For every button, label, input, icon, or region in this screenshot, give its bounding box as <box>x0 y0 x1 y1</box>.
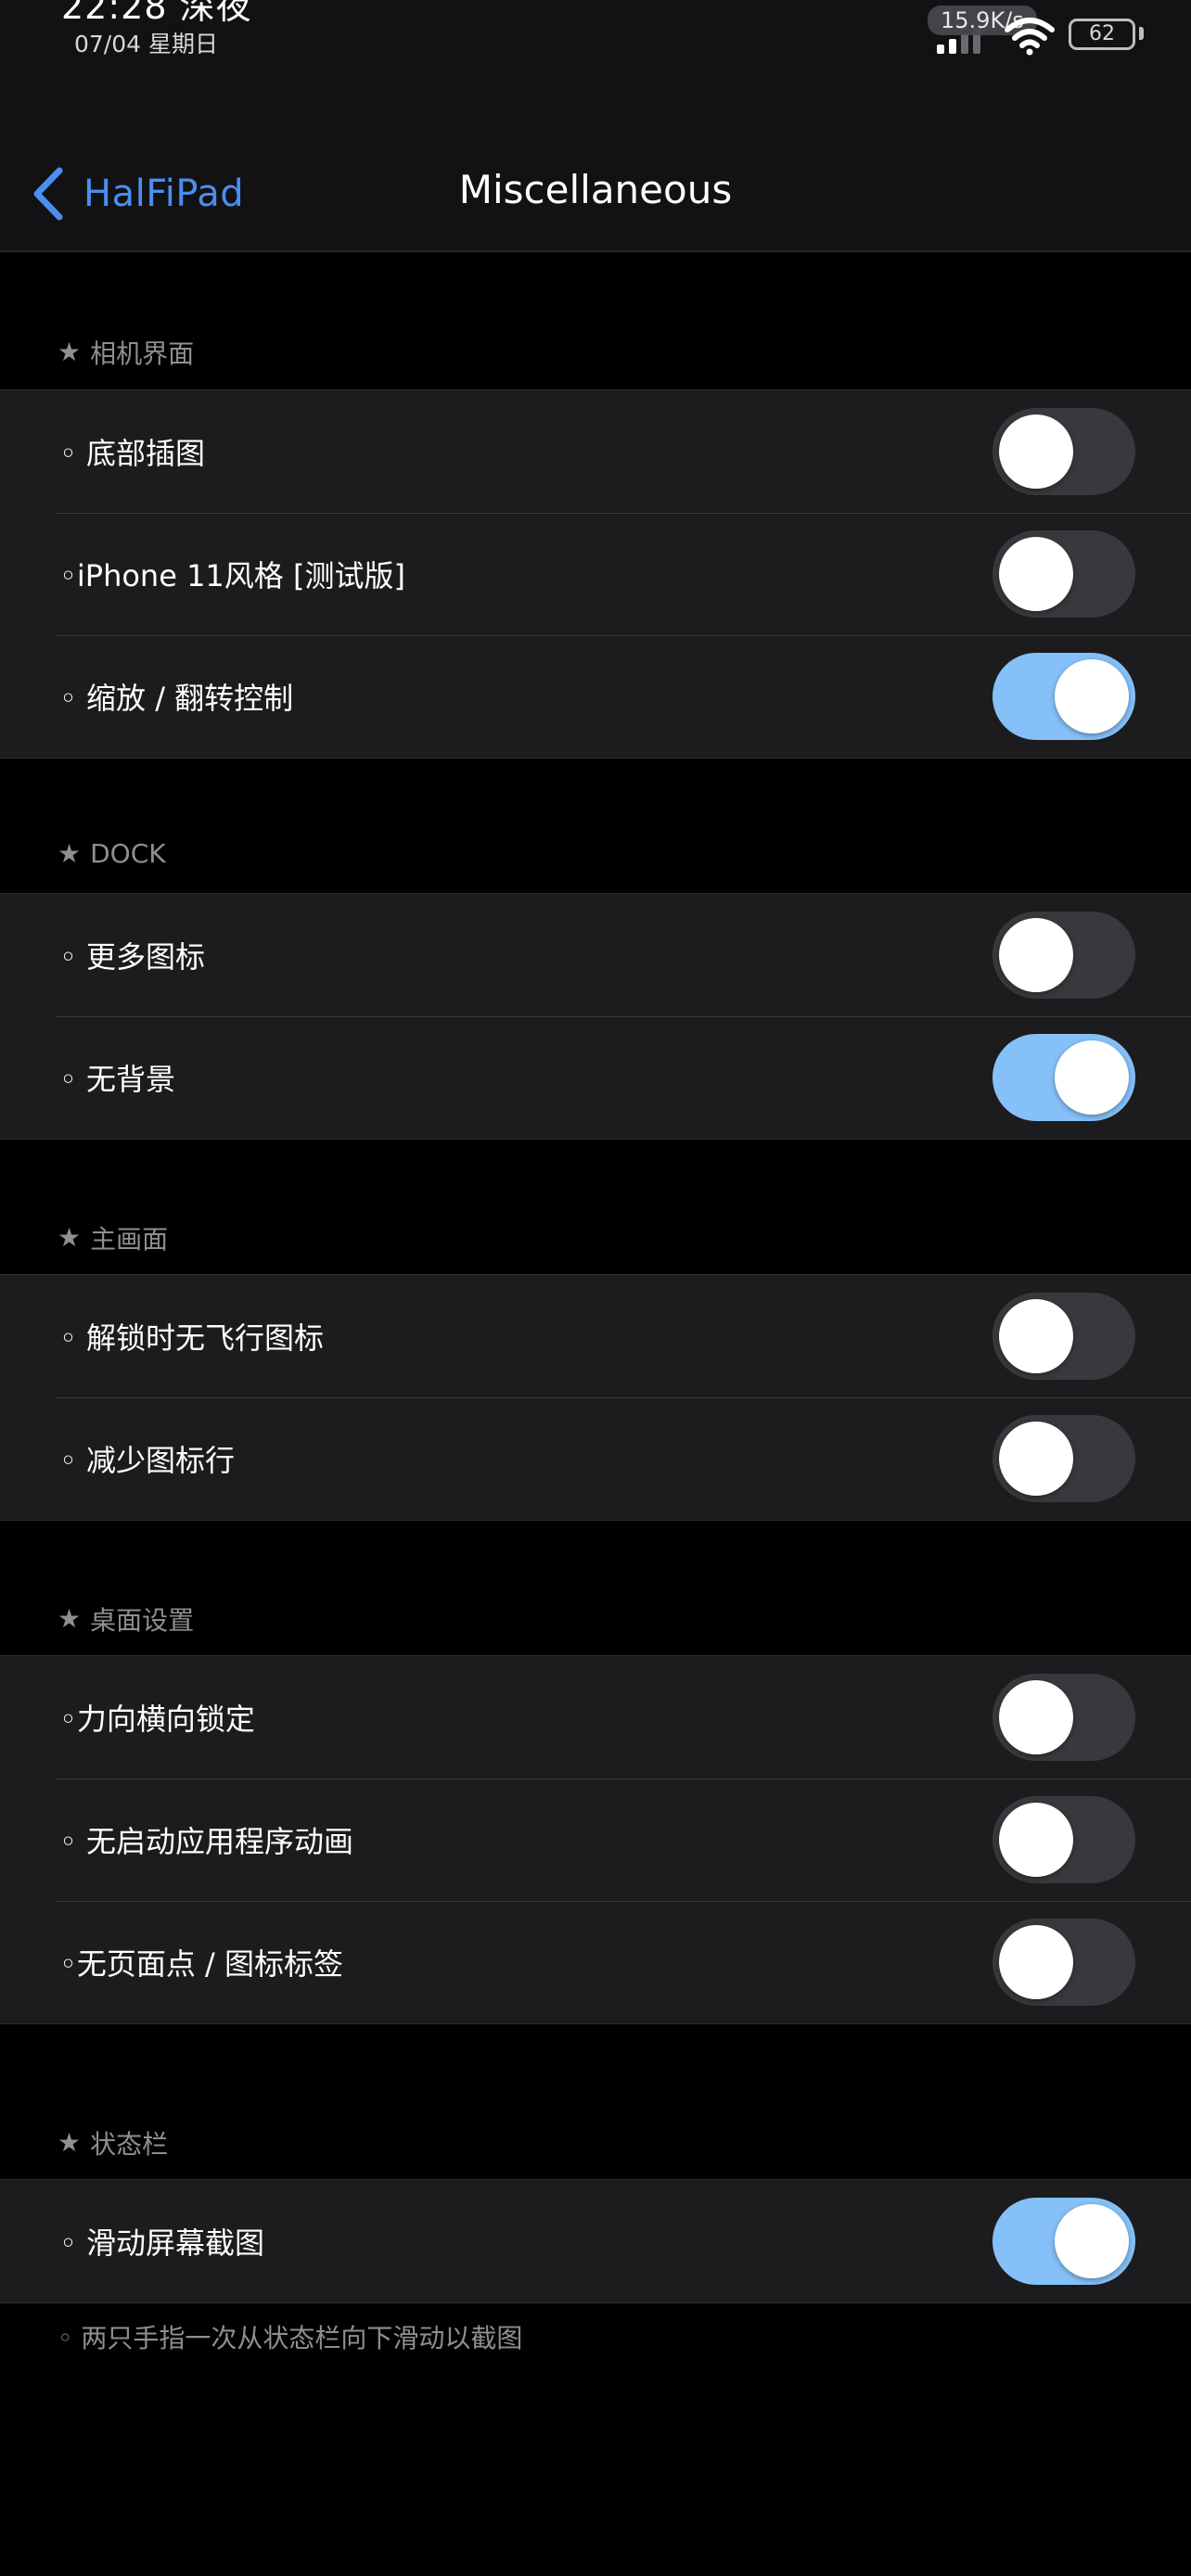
toggle-knob <box>1055 659 1129 733</box>
settings-row[interactable]: ◦ 底部插图 <box>0 390 1191 513</box>
star-icon: ★ <box>58 1603 82 1634</box>
setting-label: ◦ 解锁时无飞行图标 <box>59 1320 325 1356</box>
toggle-switch[interactable] <box>992 1293 1135 1380</box>
battery-icon: 62 <box>1069 19 1135 50</box>
toggle-switch[interactable] <box>992 653 1135 740</box>
section-title: 相机界面 <box>90 338 195 369</box>
toggle-switch[interactable] <box>992 912 1135 999</box>
toggle-knob <box>999 1299 1073 1373</box>
settings-row[interactable]: ◦力向横向锁定 <box>0 1656 1191 1779</box>
settings-row[interactable]: ◦ 更多图标 <box>0 894 1191 1016</box>
setting-label: ◦ 无背景 <box>59 1062 176 1097</box>
section-title: 状态栏 <box>90 2129 169 2160</box>
settings-group-desktop-settings: ◦力向横向锁定 ◦ 无启动应用程序动画 ◦无页面点 / 图标标签 <box>0 1655 1191 2024</box>
section-header-home-screen: ★ 主画面 <box>58 1219 168 1256</box>
toggle-knob <box>999 1422 1073 1496</box>
toggle-switch[interactable] <box>992 1796 1135 1883</box>
section-header-desktop-settings: ★ 桌面设置 <box>58 1600 194 1638</box>
battery-tip <box>1139 27 1144 40</box>
section-header-camera: ★ 相机界面 <box>58 334 194 371</box>
toggle-knob <box>999 1925 1073 1999</box>
settings-row[interactable]: ◦ 无背景 <box>0 1016 1191 1139</box>
navigation-bar: HalFiPad Miscellaneous <box>0 83 1191 252</box>
battery-level: 62 <box>1089 22 1115 45</box>
star-icon: ★ <box>58 837 82 869</box>
star-icon: ★ <box>58 2127 82 2158</box>
settings-row[interactable]: ◦ 无启动应用程序动画 <box>0 1779 1191 1901</box>
settings-row[interactable]: ◦ 减少图标行 <box>0 1397 1191 1520</box>
page-title: Miscellaneous <box>458 167 733 212</box>
toggle-switch[interactable] <box>992 530 1135 618</box>
toggle-knob <box>1055 2204 1129 2278</box>
section-title: 桌面设置 <box>90 1605 195 1636</box>
section-title: 主画面 <box>90 1224 169 1255</box>
settings-group-status-bar: ◦ 滑动屏幕截图 <box>0 2179 1191 2303</box>
toggle-switch[interactable] <box>992 1034 1135 1121</box>
setting-label: ◦ 更多图标 <box>59 939 206 975</box>
status-time: 22:28 深夜 <box>61 0 252 27</box>
section-title: DOCK <box>90 838 166 869</box>
setting-label: ◦ 缩放 / 翻转控制 <box>59 681 294 716</box>
toggle-switch[interactable] <box>992 2198 1135 2285</box>
settings-row[interactable]: ◦ 缩放 / 翻转控制 <box>0 635 1191 758</box>
setting-label: ◦ 滑动屏幕截图 <box>59 2225 265 2261</box>
star-icon: ★ <box>58 337 82 367</box>
setting-label: ◦iPhone 11风格 [测试版] <box>59 558 405 593</box>
toggle-switch[interactable] <box>992 1919 1135 2006</box>
settings-row[interactable]: ◦ 滑动屏幕截图 <box>0 2180 1191 2302</box>
wifi-icon <box>1005 18 1055 56</box>
status-bar: 22:28 深夜 07/04 星期日 15.9K/s 62 <box>0 0 1191 83</box>
footer-note: ◦ 两只手指一次从状态栏向下滑动以截图 <box>58 2323 523 2353</box>
setting-label: ◦ 无启动应用程序动画 <box>59 1824 354 1859</box>
setting-label: ◦力向横向锁定 <box>59 1702 255 1737</box>
setting-label: ◦无页面点 / 图标标签 <box>59 1946 344 1982</box>
toggle-switch[interactable] <box>992 1415 1135 1502</box>
toggle-knob <box>999 918 1073 992</box>
settings-group-home-screen: ◦ 解锁时无飞行图标 ◦ 减少图标行 <box>0 1274 1191 1521</box>
setting-label: ◦ 减少图标行 <box>59 1443 236 1478</box>
toggle-switch[interactable] <box>992 1674 1135 1761</box>
section-header-dock: ★ DOCK <box>58 838 166 869</box>
setting-label: ◦ 底部插图 <box>59 436 206 471</box>
settings-row[interactable]: ◦无页面点 / 图标标签 <box>0 1901 1191 2023</box>
toggle-knob <box>1055 1040 1129 1115</box>
star-icon: ★ <box>58 1222 82 1253</box>
settings-group-camera: ◦ 底部插图 ◦iPhone 11风格 [测试版] ◦ 缩放 / 翻转控制 <box>0 389 1191 759</box>
toggle-knob <box>999 1680 1073 1754</box>
settings-group-dock: ◦ 更多图标 ◦ 无背景 <box>0 893 1191 1140</box>
section-header-status-bar: ★ 状态栏 <box>58 2124 168 2162</box>
toggle-knob <box>999 537 1073 611</box>
settings-row[interactable]: ◦iPhone 11风格 [测试版] <box>0 513 1191 635</box>
toggle-knob <box>999 1803 1073 1877</box>
settings-row[interactable]: ◦ 解锁时无飞行图标 <box>0 1275 1191 1397</box>
toggle-knob <box>999 414 1073 489</box>
status-date: 07/04 星期日 <box>74 31 218 57</box>
toggle-switch[interactable] <box>992 408 1135 495</box>
